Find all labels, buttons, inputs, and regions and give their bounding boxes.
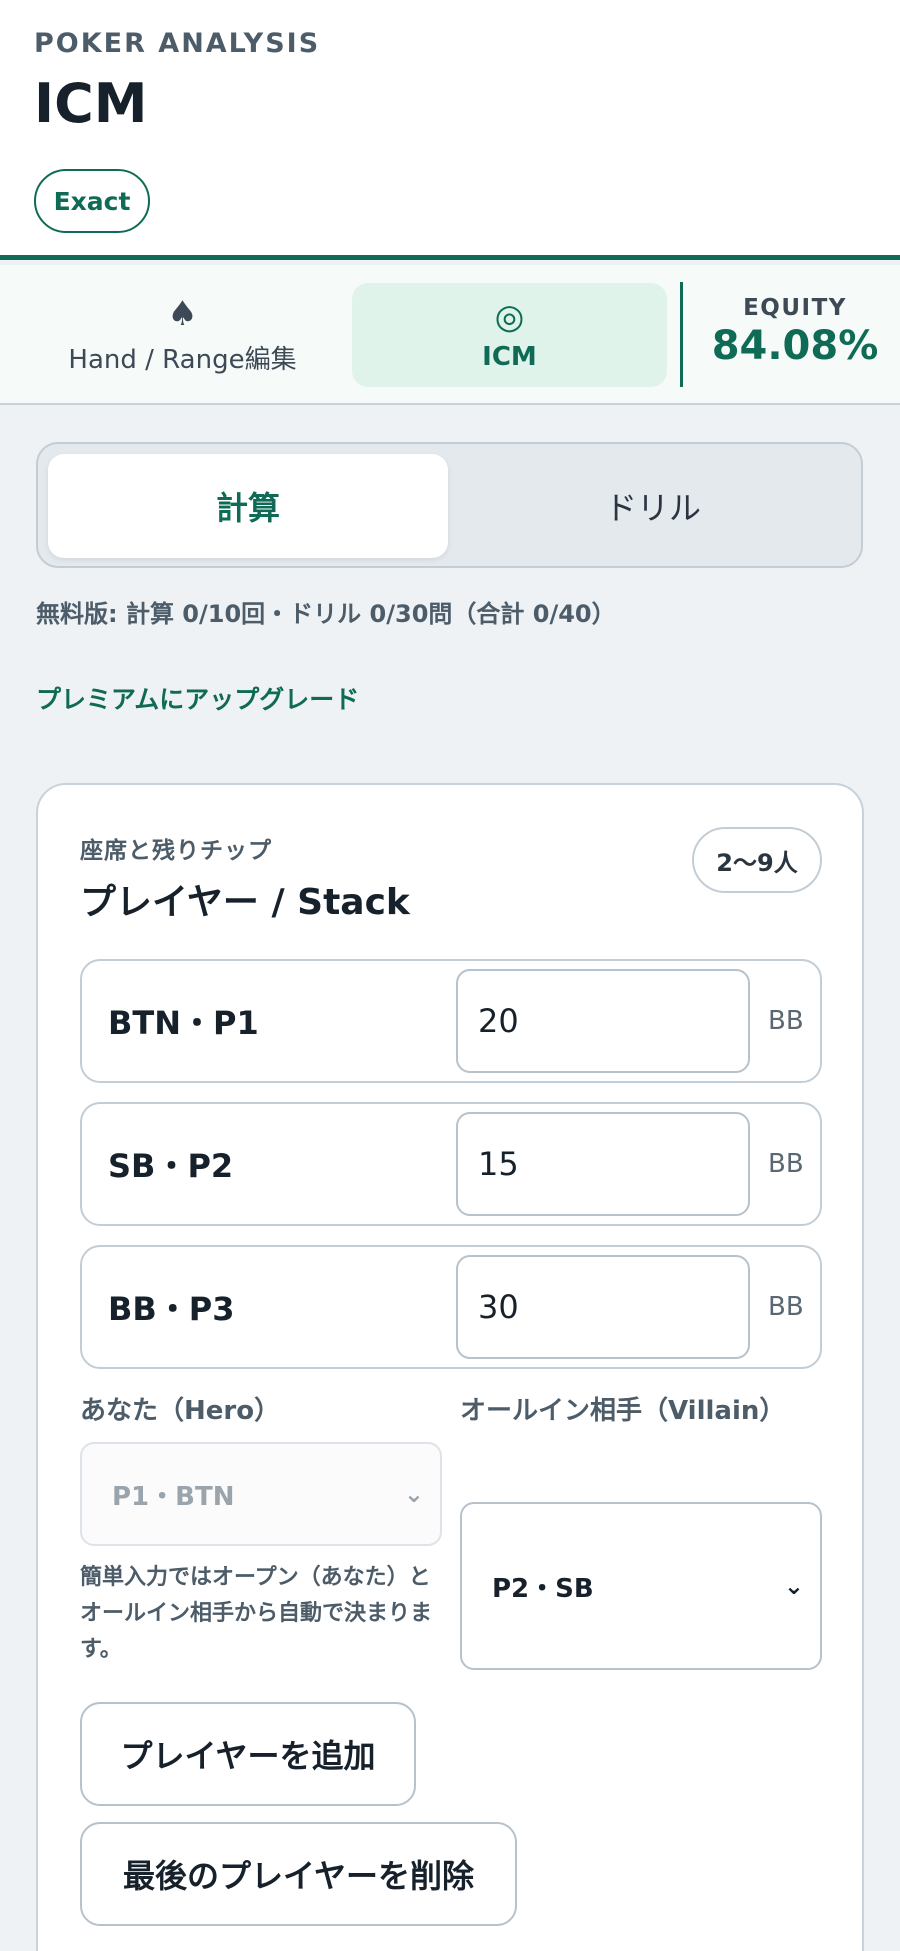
tab-hand-range-label: Hand / Range編集 [68,344,297,375]
villain-select[interactable]: P2・SB ⌄ [460,1502,822,1670]
stack-input[interactable] [456,969,750,1073]
tab-hand-range[interactable]: ♠ Hand / Range編集 [20,283,345,387]
target-icon: ◎ [494,297,525,337]
free-usage-note: 無料版: 計算 0/10回・ドリル 0/30問（合計 0/40） [36,600,616,628]
spade-icon: ♠ [167,293,198,334]
player-name: SB・P2 [108,1147,234,1185]
hero-select: P1・BTN ⌄ [80,1442,442,1546]
hero-label: あなた（Hero） [80,1396,281,1426]
mode-badge: Exact [34,169,150,233]
drill-mode-button[interactable]: ドリル [453,454,853,558]
tab-icm-label: ICM [482,342,537,372]
player-name: BB・P3 [108,1290,235,1328]
hero-help-text: 簡単入力ではオープン（あなた）とオールイン相手から自動で決まります。 [80,1565,433,1662]
header-kicker: POKER ANALYSIS [34,28,321,59]
player-count-badge: 2〜9人 [692,827,822,893]
stack-unit: BB [768,1292,804,1322]
stack-input[interactable] [456,1255,750,1359]
villain-label: オールイン相手（Villain） [460,1396,786,1426]
chevron-down-icon: ⌄ [403,1480,424,1508]
equity-divider [680,282,683,387]
add-player-button[interactable]: プレイヤーを追加 [80,1702,416,1806]
villain-select-value: P2・SB [492,1573,594,1604]
chevron-down-icon: ⌄ [783,1572,804,1600]
stack-unit: BB [768,1006,804,1036]
page-title: ICM [34,72,148,135]
stack-input[interactable] [456,1112,750,1216]
app-header: POKER ANALYSIS ICM Exact [0,0,900,260]
mode-switch: 計算 ドリル [36,442,863,568]
card-subtitle: 座席と残りチップ [80,838,272,864]
player-name: BTN・P1 [108,1004,259,1042]
hero-select-value: P1・BTN [112,1481,235,1512]
equity-label: EQUITY [743,295,847,321]
player-row: BB・P3 BB [80,1245,822,1369]
calc-mode-button[interactable]: 計算 [48,454,448,558]
player-row: BTN・P1 BB [80,959,822,1083]
card-title: プレイヤー / Stack [80,882,410,923]
equity-display: EQUITY 84.08% [690,295,900,369]
players-card: 座席と残りチップ プレイヤー / Stack 2〜9人 BTN・P1 BB SB… [36,783,864,1951]
stack-unit: BB [768,1149,804,1179]
equity-value: 84.08% [711,323,879,369]
upgrade-link[interactable]: プレミアムにアップグレード [36,680,359,716]
remove-last-player-button[interactable]: 最後のプレイヤーを削除 [80,1822,517,1926]
tab-icm[interactable]: ◎ ICM [352,283,667,387]
tab-bar: ♠ Hand / Range編集 ◎ ICM EQUITY 84.08% [0,265,900,405]
player-row: SB・P2 BB [80,1102,822,1226]
